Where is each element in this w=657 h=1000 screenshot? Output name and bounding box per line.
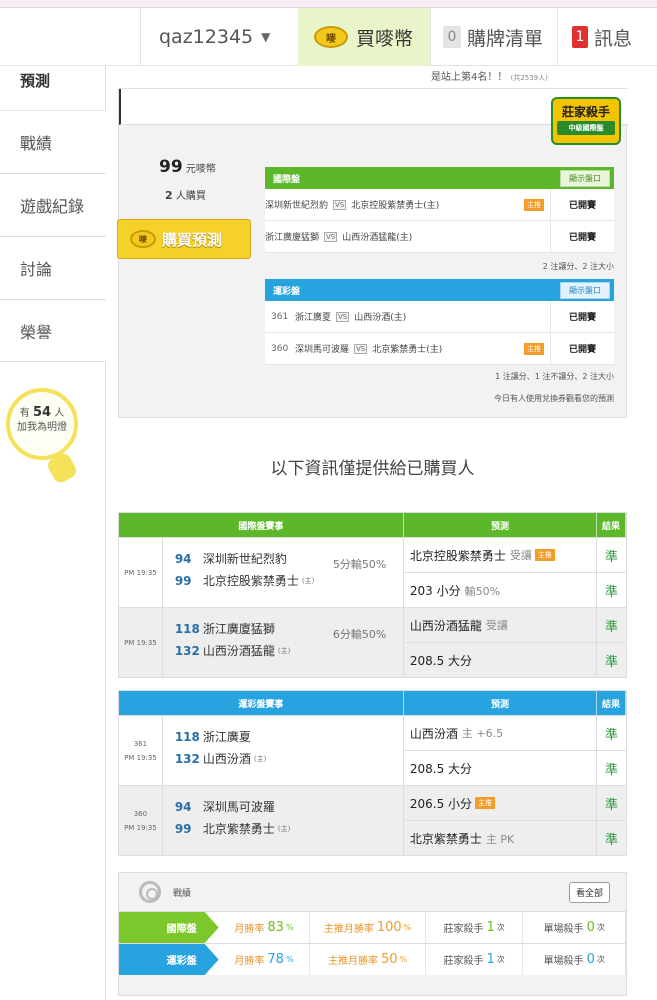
table-row: 361 PM 19:35 118 浙江廣夏 132 山西汾酒 (主) 山西汾酒主 +6.…	[119, 715, 626, 785]
result-mark: 準	[597, 538, 626, 573]
result-mark: 準	[597, 716, 626, 751]
game-status: 已開賽	[550, 301, 614, 332]
vs-icon: VS	[324, 231, 338, 242]
intl-table-header: 國際盤賽事 預測 結果	[119, 513, 626, 537]
sidebar: 預測 戰績 遊戲紀錄 討論 榮譽 有 54 人 加我為明燈	[0, 66, 106, 1000]
game-status: 已開賽	[550, 189, 614, 220]
vs-icon: VS	[354, 343, 368, 354]
result-mark: 準	[597, 608, 626, 643]
coin-icon: 嘜	[130, 230, 156, 248]
messages-button[interactable]: 1 訊息	[557, 8, 657, 66]
rank-text: 是站上第4名！！ (共2539人)	[431, 72, 548, 83]
bulb-count: 54	[32, 405, 52, 420]
intl-mini-table: 國際盤 顯示盤口 深圳新世紀烈豹 VS 北京控股紫禁勇士(主) 主推 已開賽 浙…	[265, 167, 614, 253]
result-mark: 準	[605, 763, 619, 778]
cart-label: 購牌清單	[467, 27, 544, 50]
spread-result: 6分輸50%	[332, 628, 387, 641]
lottery-mini-header: 運彩盤 顯示盤口	[265, 279, 614, 301]
table-row: PM 19:35 118 浙江廣廈猛獅 132 山西汾酒猛龍 (主) 6分輸50% 山…	[119, 607, 626, 677]
lightbulb-follow-button[interactable]: 有 54 人 加我為明燈	[6, 388, 78, 460]
stats-title: 戰績	[173, 888, 192, 899]
stats-row-intl: 國際盤 月勝率 83% 主推月勝率 100% 莊家殺手 1 次 單場殺手 0 次	[119, 911, 626, 943]
bulb-text: 加我為明燈	[17, 422, 67, 433]
intl-mini-header: 國際盤 顯示盤口	[265, 167, 614, 189]
featured-tag: 主推	[524, 198, 544, 211]
intl-bet-note: 2 注讓分、2 注大小	[542, 262, 614, 271]
stats-header: 戰績 看全部	[119, 873, 626, 911]
show-odds-button[interactable]: 顯示盤口	[560, 281, 610, 299]
vs-icon: VS	[336, 311, 350, 322]
buy-coin-label: 買嘜幣	[356, 27, 414, 50]
stats-panel: 戰績 看全部 國際盤 月勝率 83% 主推月勝率 100% 莊家殺手 1 次 單場殺手 0…	[118, 872, 627, 996]
lottery-table-header: 運彩盤賽事 預測 結果	[119, 691, 626, 715]
view-all-button[interactable]: 看全部	[568, 882, 610, 903]
buy-coin-button[interactable]: 嘜 買嘜幣	[298, 8, 430, 66]
featured-tag: 主推	[534, 549, 555, 561]
sidebar-item-record[interactable]: 戰績	[0, 110, 106, 173]
cart-button[interactable]: 0 購牌清單	[430, 8, 557, 66]
spread-result: 5分輸50%	[332, 558, 387, 571]
lottery-mini-table: 運彩盤 顯示盤口 361 浙江廣夏 VS 山西汾酒(主) 已開賽 360 深圳馬…	[265, 279, 614, 365]
game-status: 已開賽	[550, 221, 614, 252]
coupon-note: 今日有人使用兌換券觀看您的預測	[494, 394, 614, 403]
bulb-unit: 人	[54, 408, 65, 419]
username: qaz12345	[159, 26, 254, 48]
cart-count-badge: 0	[443, 26, 461, 48]
sidebar-item-predictions[interactable]: 預測	[0, 66, 106, 110]
table-row: PM 19:35 94 深圳新世紀烈豹 99 北京控股紫禁勇士 (主) 5分輸50% …	[119, 537, 626, 607]
chevron-down-icon: ▼	[261, 30, 271, 44]
list-item: 360 深圳馬可波羅 VS 北京紫禁勇士(主) 主推 已開賽	[265, 333, 614, 365]
sidebar-item-discussion[interactable]: 討論	[0, 236, 106, 299]
table-row: 360 PM 19:35 94 深圳馬可波羅 99 北京紫禁勇士 (主) 206.5 小…	[119, 785, 626, 855]
top-nav: qaz12345 ▼ 嘜 買嘜幣 0 購牌清單 1 訊息	[0, 8, 657, 66]
intl-result-table: 國際盤賽事 預測 結果 PM 19:35 94 深圳新世紀烈豹 99 北京控股紫禁勇…	[118, 512, 627, 678]
buy-prediction-button[interactable]: 嘜 購買預測	[117, 219, 251, 259]
list-item: 浙江廣廈猛獅 VS 山西汾酒猛龍(主) 已開賽	[265, 221, 614, 253]
list-item: 深圳新世紀烈豹 VS 北京控股紫禁勇士(主) 主推 已開賽	[265, 189, 614, 221]
messages-label: 訊息	[594, 27, 633, 50]
vs-icon: VS	[333, 199, 347, 210]
featured-tag: 主推	[524, 342, 544, 355]
result-mark: 準	[597, 786, 626, 821]
prediction-panel: 莊家殺手 中級國際盤 99 元嘜幣 2 人購買 嘜 購買預測 國際盤 顯示盤口 …	[117, 88, 628, 418]
coin-icon: 嘜	[314, 26, 348, 48]
lottery-bet-note: 1 注讓分、1 注不讓分、2 注大小	[495, 372, 614, 381]
game-status: 已開賽	[550, 333, 614, 364]
user-menu[interactable]: qaz12345 ▼	[140, 8, 298, 66]
sidebar-item-game-history[interactable]: 遊戲紀錄	[0, 173, 106, 236]
top-strip	[0, 0, 657, 8]
stats-row-lottery: 運彩盤 月勝率 78% 主推月勝率 50% 莊家殺手 1 次 單場殺手 0 次	[119, 943, 626, 975]
result-mark: 準	[605, 585, 619, 600]
target-icon	[139, 881, 161, 903]
buyer-count: 2 人購買	[165, 189, 206, 202]
price: 99 元嘜幣	[159, 157, 216, 177]
result-mark: 準	[605, 833, 619, 848]
bulb-prefix: 有	[19, 408, 30, 419]
featured-tag: 主推	[475, 797, 496, 809]
show-odds-button[interactable]: 顯示盤口	[560, 169, 610, 187]
sidebar-item-honors[interactable]: 榮譽	[0, 299, 106, 362]
message-count-badge: 1	[572, 26, 588, 48]
banker-killer-badge: 莊家殺手 中級國際盤	[551, 97, 621, 145]
lottery-result-table: 運彩盤賽事 預測 結果 361 PM 19:35 118 浙江廣夏 132 山西汾酒(…	[118, 690, 627, 856]
buyers-only-title: 以下資訊僅提供給已購買人	[270, 459, 475, 479]
result-mark: 準	[605, 655, 619, 670]
list-item: 361 浙江廣夏 VS 山西汾酒(主) 已開賽	[265, 301, 614, 333]
